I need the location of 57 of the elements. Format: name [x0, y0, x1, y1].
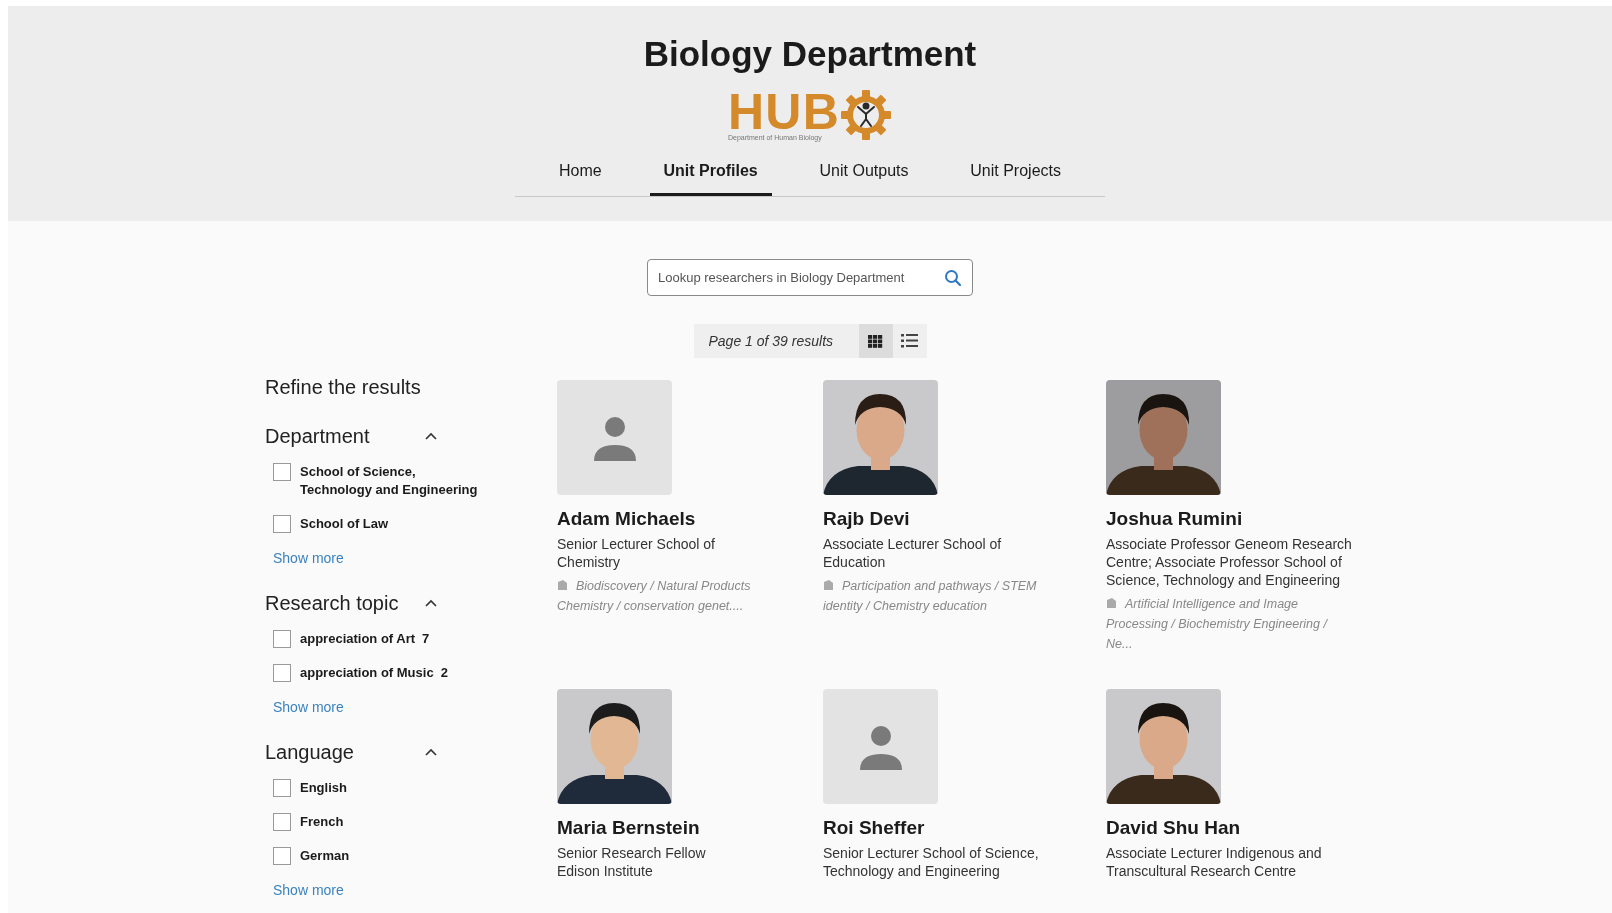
research-topics: Biodiscovery / Natural Products Chemistry / conservation genet.... [557, 578, 752, 615]
results-summary: Page 1 of 39 results [708, 331, 835, 351]
show-more-link[interactable]: Show more [273, 880, 540, 901]
filter-group-toggle[interactable]: Research topic [265, 588, 437, 618]
nav-tab[interactable]: Unit Outputs [805, 155, 923, 196]
filter-option-count: 2 [440, 664, 448, 682]
filter-option-label[interactable]: appreciation of Music [300, 664, 434, 682]
checkbox[interactable] [273, 779, 291, 797]
filter-option-label[interactable]: School of Science, Technology and Engineering [300, 463, 480, 499]
checkbox[interactable] [273, 847, 291, 865]
checkbox[interactable] [273, 463, 291, 481]
grid-icon [868, 334, 883, 348]
research-topics: Participation and pathways / STEM identity / Chemistry education [823, 578, 1038, 615]
logo-wordmark: HUB [727, 89, 841, 134]
researcher-name[interactable]: Rajb Devi [823, 507, 1106, 531]
researcher-role: Associate Professor Geneom Research Centre; Associate Professor School of Science, Technology and Engineering [1106, 535, 1353, 589]
researcher-role: Associate Lecturer Indigenous and Transcultural Research Centre [1106, 844, 1323, 880]
researcher-role: Associate Lecturer School of Education [823, 535, 1003, 571]
filter-option-label[interactable]: German [300, 847, 350, 865]
checkbox[interactable] [273, 813, 291, 831]
search-input[interactable]: Lookup researchers in Biology Department [658, 267, 944, 288]
researcher-role: Senior Lecturer School of Chemistry [557, 535, 716, 571]
person-icon [857, 723, 904, 770]
filters-title: Refine the results [265, 375, 422, 400]
page-title: Biology Department [643, 36, 977, 71]
filter-group-toggle[interactable]: Department [265, 421, 437, 451]
researcher-name[interactable]: Adam Michaels [557, 507, 823, 531]
filter-option-label[interactable]: English [300, 779, 347, 797]
filter-group-title: Department [265, 424, 370, 449]
research-topics: Artificial Intelligence and Image Processing / Biochemistry Engineering / Ne... [1106, 596, 1329, 653]
grid-view-button[interactable] [858, 324, 893, 358]
show-more-link[interactable]: Show more [273, 697, 540, 718]
nav-tab[interactable]: Unit Profiles [649, 155, 772, 196]
show-more-link[interactable]: Show more [273, 548, 540, 569]
filter-option-label[interactable]: French [300, 813, 344, 831]
gear-logo-icon [840, 89, 893, 141]
researcher-name[interactable]: Maria Bernstein [557, 816, 823, 840]
nav-tab[interactable]: Home [545, 155, 616, 196]
filter-option-count: 7 [422, 630, 430, 648]
nav-tab[interactable]: Unit Projects [956, 155, 1075, 196]
researcher-name[interactable]: David Shu Han [1106, 816, 1406, 840]
checkbox[interactable] [273, 515, 291, 533]
search-field[interactable]: Lookup researchers in Biology Department [647, 259, 973, 296]
researcher-name[interactable]: Joshua Rumini [1106, 507, 1406, 531]
filter-option-label[interactable]: School of Law [300, 515, 389, 533]
filter-group-toggle[interactable]: Language [265, 737, 437, 767]
filter-option-label[interactable]: appreciation of Art [300, 630, 416, 648]
filter-group-title: Research topic [265, 591, 399, 616]
filter-group-title: Language [265, 740, 354, 765]
researcher-role: Senior Lecturer School of Science, Technology and Engineering [823, 844, 1040, 880]
search-icon[interactable] [944, 268, 962, 287]
checkbox[interactable] [273, 664, 291, 682]
person-icon [591, 414, 638, 461]
researcher-name[interactable]: Roi Sheffer [823, 816, 1106, 840]
researcher-role: Senior Research Fellow Edison Institute [557, 844, 707, 880]
list-icon [901, 334, 918, 348]
checkbox[interactable] [273, 630, 291, 648]
